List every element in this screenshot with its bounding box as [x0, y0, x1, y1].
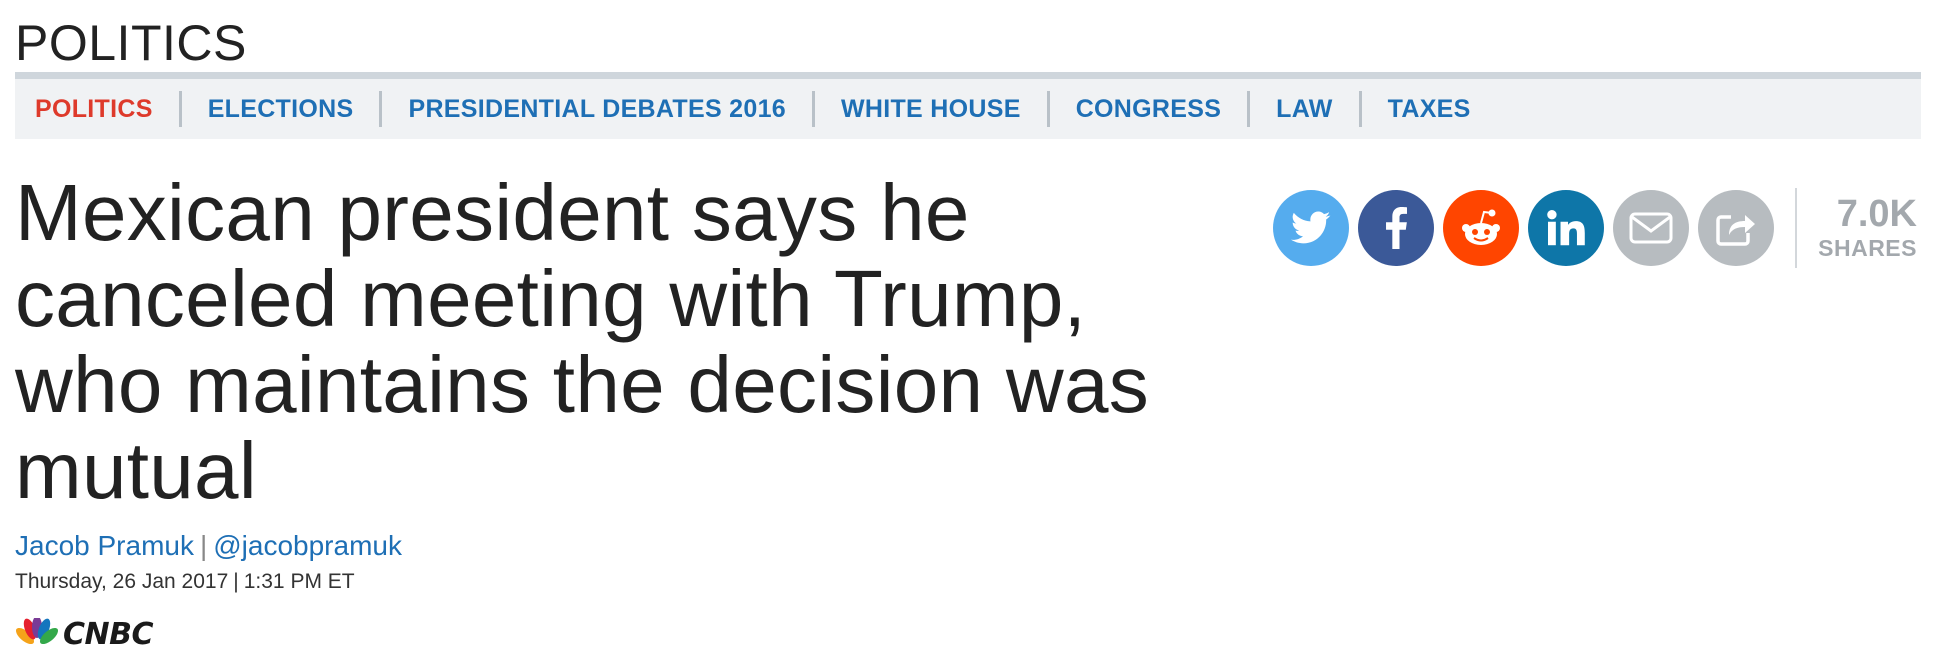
- nav-item-law[interactable]: LAW: [1250, 91, 1362, 127]
- nav-item-politics[interactable]: POLITICS: [15, 91, 182, 127]
- facebook-share-button[interactable]: [1358, 190, 1434, 266]
- nav-item-presidential-debates[interactable]: PRESIDENTIAL DEBATES 2016: [382, 91, 815, 127]
- byline: Jacob Pramuk | @jacobpramuk: [15, 528, 402, 564]
- share-icon: [1716, 215, 1755, 246]
- article-headline: Mexican president says he canceled meeti…: [15, 168, 1150, 515]
- byline-separator: |: [199, 530, 208, 561]
- share-count: 7.0K SHARES: [1797, 194, 1917, 262]
- reddit-icon: [1462, 209, 1500, 245]
- twitter-icon: [1291, 211, 1331, 244]
- twitter-handle-link[interactable]: @jacobpramuk: [213, 530, 402, 561]
- more-share-button[interactable]: [1698, 190, 1774, 266]
- section-title: POLITICS: [15, 15, 247, 71]
- peacock-icon: [15, 618, 59, 650]
- publish-date: Thursday, 26 Jan 2017: [15, 570, 229, 593]
- cnbc-wordmark: CNBC: [63, 616, 154, 652]
- linkedin-icon: [1547, 210, 1585, 246]
- twitter-share-button[interactable]: [1273, 190, 1349, 266]
- share-count-label: SHARES: [1818, 235, 1917, 261]
- dateline: Thursday, 26 Jan 2017 | 1:31 PM ET: [15, 568, 355, 596]
- cnbc-logo[interactable]: CNBC: [15, 614, 154, 654]
- email-icon: [1629, 212, 1673, 244]
- reddit-share-button[interactable]: [1443, 190, 1519, 266]
- publish-time: 1:31 PM ET: [243, 570, 355, 593]
- dateline-separator: |: [233, 570, 239, 593]
- nav-item-congress[interactable]: CONGRESS: [1050, 91, 1251, 127]
- nav-item-taxes[interactable]: TAXES: [1362, 91, 1497, 127]
- nav-item-white-house[interactable]: WHITE HOUSE: [815, 91, 1050, 127]
- author-link[interactable]: Jacob Pramuk: [15, 530, 194, 561]
- share-count-value: 7.0K: [1836, 193, 1917, 235]
- linkedin-share-button[interactable]: [1528, 190, 1604, 266]
- nav-item-elections[interactable]: ELECTIONS: [182, 91, 383, 127]
- share-bar: 7.0K SHARES: [1273, 188, 1917, 268]
- section-divider: [15, 72, 1921, 79]
- email-share-button[interactable]: [1613, 190, 1689, 266]
- facebook-icon: [1386, 207, 1407, 249]
- section-nav: POLITICS ELECTIONS PRESIDENTIAL DEBATES …: [15, 79, 1921, 139]
